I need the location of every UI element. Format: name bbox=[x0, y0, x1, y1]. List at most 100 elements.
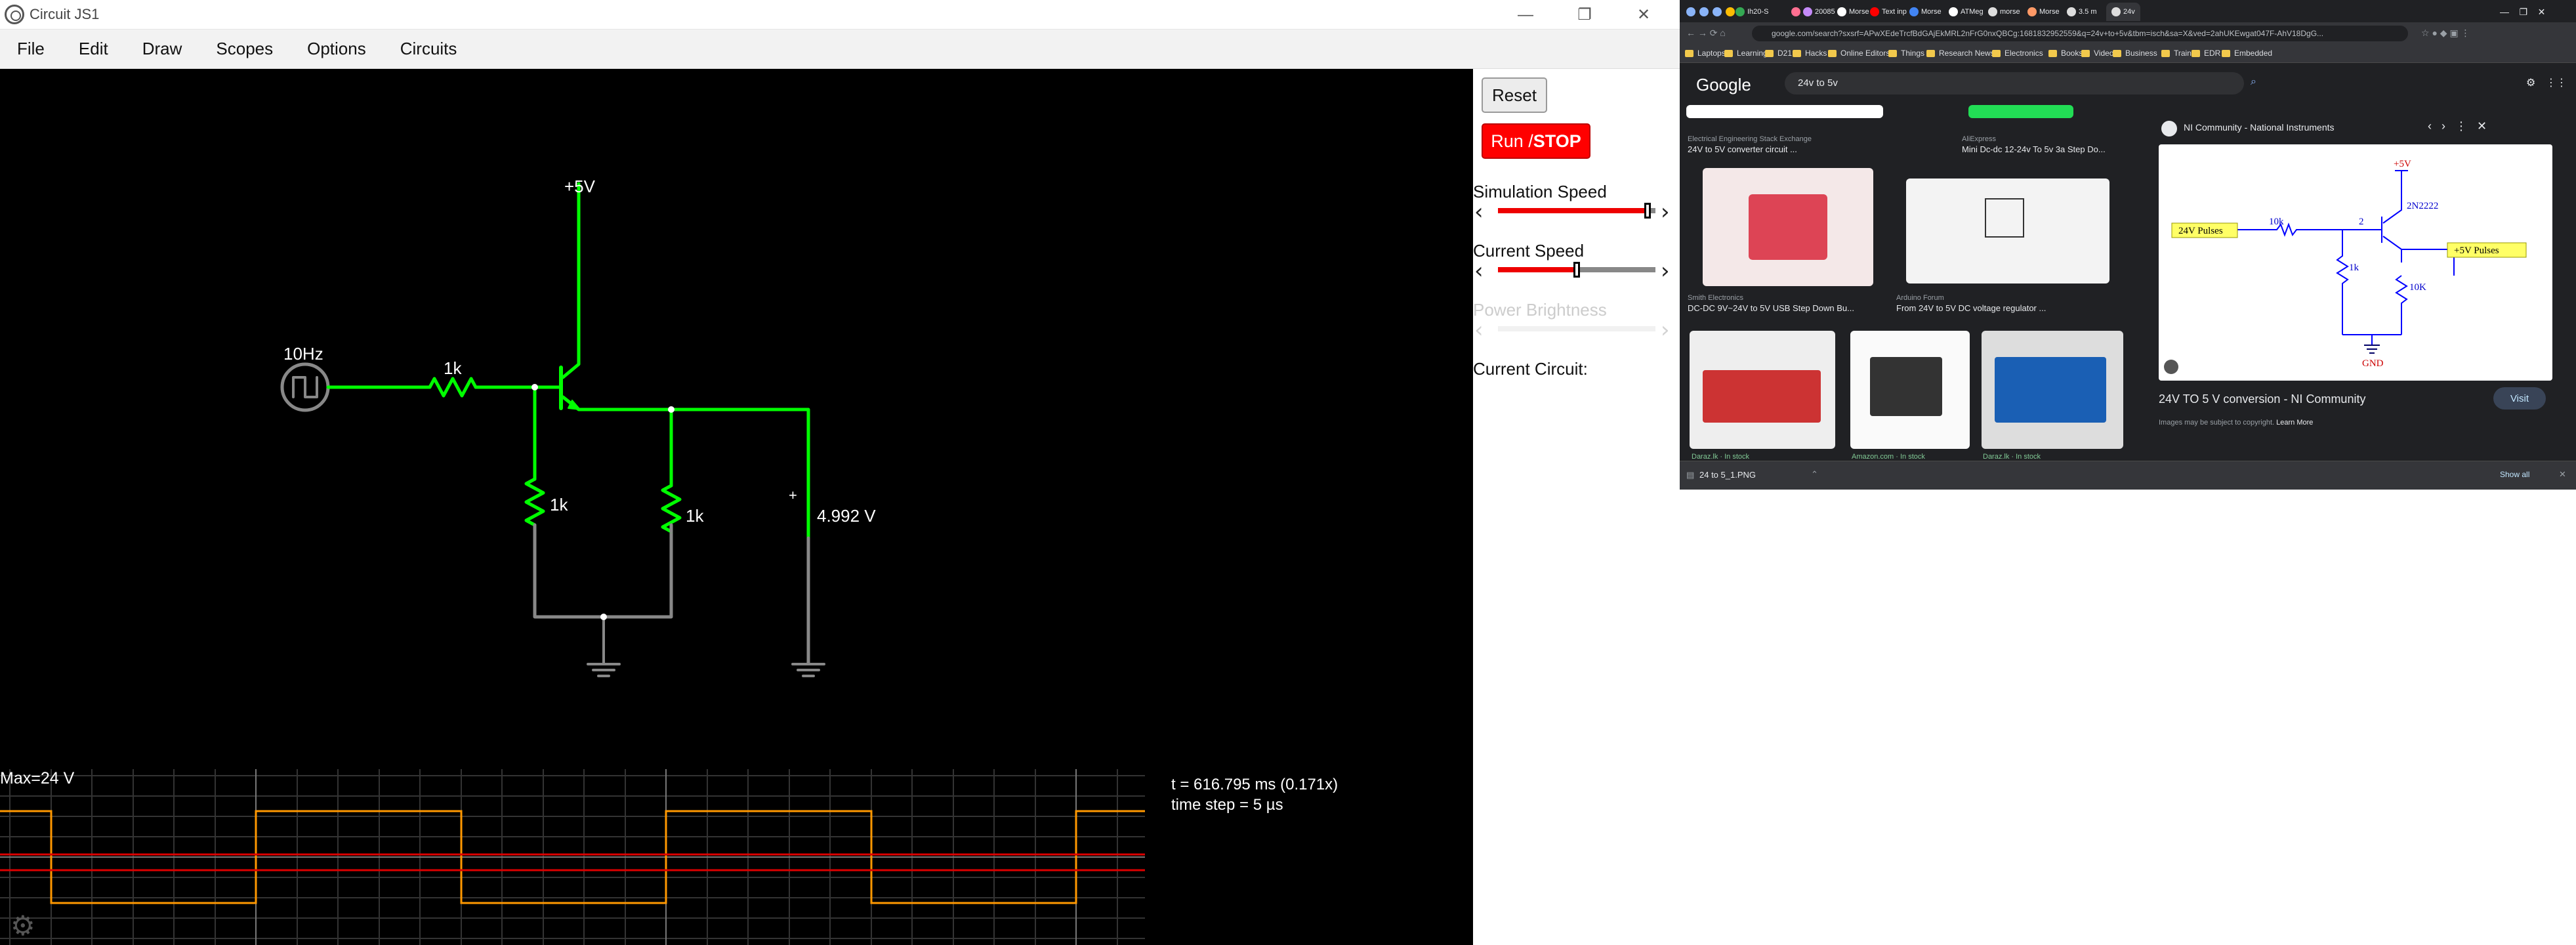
bookmark[interactable]: Research News bbox=[1926, 49, 1995, 58]
visit-button[interactable]: Visit bbox=[2493, 387, 2546, 410]
menu-draw[interactable]: Draw bbox=[125, 39, 199, 59]
resistor-base[interactable] bbox=[428, 377, 478, 398]
svg-text:2N2222: 2N2222 bbox=[2407, 201, 2438, 211]
power-brightness-slider: ‹ › bbox=[1474, 317, 1670, 343]
bookmark[interactable]: Books bbox=[2048, 49, 2083, 58]
tab[interactable]: morse bbox=[1988, 3, 2020, 21]
learn-more-link[interactable]: Learn More bbox=[2276, 419, 2313, 427]
minimize-button[interactable]: — bbox=[1496, 0, 1555, 30]
tab[interactable]: Text inp bbox=[1870, 3, 1907, 21]
search-input[interactable]: 24v to 5v bbox=[1785, 72, 2244, 94]
menu-edit[interactable]: Edit bbox=[62, 39, 125, 59]
result-title[interactable]: From 24V to 5V DC voltage regulator ... bbox=[1896, 303, 2046, 313]
bookmark[interactable]: Video bbox=[2081, 49, 2113, 58]
menu-circuits[interactable]: Circuits bbox=[383, 39, 474, 59]
tab[interactable]: Morse bbox=[2027, 3, 2060, 21]
bookmark[interactable]: Train bbox=[2161, 49, 2192, 58]
apps-icon[interactable]: ⋮⋮ bbox=[2546, 76, 2567, 89]
result-title[interactable]: DC-DC 9V~24V to 5V USB Step Down Bu... bbox=[1688, 303, 1854, 313]
slider-fill bbox=[1498, 267, 1577, 272]
slider-right-arrow-icon[interactable]: › bbox=[1661, 199, 1670, 225]
result-title[interactable]: Mini Dc-dc 12-24v To 5v 3a Step Do... bbox=[1962, 144, 2106, 154]
result-title[interactable]: 24V to 5V converter circuit ... bbox=[1688, 144, 1797, 154]
tab-active[interactable]: 24v bbox=[2106, 3, 2140, 21]
wire-emitter[interactable] bbox=[561, 395, 810, 507]
slider-thumb[interactable] bbox=[1644, 203, 1651, 219]
menu-scopes[interactable]: Scopes bbox=[199, 39, 290, 59]
slider-thumb[interactable] bbox=[1573, 262, 1580, 278]
menu-options[interactable]: Options bbox=[290, 39, 383, 59]
result-thumbnail[interactable] bbox=[1686, 105, 1883, 118]
address-bar[interactable]: google.com/search?sxsrf=APwXEdeTrcfBdGAj… bbox=[1752, 26, 2408, 41]
search-icon[interactable]: ⌕ bbox=[2251, 76, 2256, 88]
simulation-speed-slider[interactable]: ‹ › bbox=[1473, 199, 1676, 225]
desktop: Circuit JS1 — ❐ ✕ File Edit Draw Scopes … bbox=[0, 0, 2576, 945]
tab[interactable]: 3.5 m bbox=[2067, 3, 2097, 21]
gear-icon[interactable]: ⚙ bbox=[10, 910, 35, 942]
bookmark[interactable]: Things bbox=[1888, 49, 1924, 58]
tab[interactable]: Ih20-S bbox=[1735, 3, 1768, 21]
slider-left-arrow-icon[interactable]: ‹ bbox=[1474, 258, 1484, 284]
result-thumbnail[interactable] bbox=[1690, 331, 1835, 449]
app-logo-icon bbox=[5, 5, 24, 24]
circuit-schematic[interactable]: 10Hz 1k 1k 1k +5V 4.992 V + bbox=[0, 69, 1473, 769]
slider-right-arrow-icon[interactable]: › bbox=[1661, 258, 1670, 284]
result-thumbnail[interactable] bbox=[1703, 168, 1873, 286]
download-file[interactable]: 24 to 5_1.PNG bbox=[1699, 470, 1756, 480]
bookmark[interactable]: Hacks bbox=[1793, 49, 1827, 58]
run-stop-button[interactable]: Run / STOP bbox=[1482, 123, 1590, 159]
menu-bar: File Edit Draw Scopes Options Circuits bbox=[0, 30, 1680, 69]
scope-info: t = 616.795 ms (0.171x) time step = 5 µs bbox=[1171, 774, 1338, 815]
tab[interactable]: ATMeg bbox=[1949, 3, 1984, 21]
result-thumbnail[interactable] bbox=[1982, 331, 2123, 449]
close-icon[interactable]: ✕ bbox=[2559, 469, 2566, 480]
close-button[interactable]: ✕ bbox=[1614, 0, 1673, 30]
show-all-link[interactable]: Show all bbox=[2500, 470, 2529, 479]
bookmark[interactable]: Electronics bbox=[1992, 49, 2043, 58]
maximize-button[interactable]: ❐ bbox=[1555, 0, 1614, 30]
slider-left-arrow-icon[interactable]: ‹ bbox=[1474, 199, 1484, 225]
bookmark[interactable]: Laptops bbox=[1685, 49, 1726, 58]
google-logo[interactable]: Google bbox=[1696, 75, 1751, 95]
bookmark[interactable]: D21 bbox=[1765, 49, 1792, 58]
preview-title[interactable]: 24V TO 5 V conversion - NI Community bbox=[2159, 392, 2365, 406]
tab[interactable]: Morse bbox=[1909, 3, 1942, 21]
menu-file[interactable]: File bbox=[0, 39, 62, 59]
bookmark[interactable]: Embedded bbox=[2222, 49, 2272, 58]
extensions-icon[interactable]: ☆ ● ◆ ▣ ⋮ bbox=[2421, 28, 2470, 39]
tab[interactable]: Morse bbox=[1837, 3, 1869, 21]
svg-text:GND: GND bbox=[2362, 358, 2384, 369]
preview-source[interactable]: NI Community - National Instruments bbox=[2184, 122, 2335, 133]
current-speed-slider[interactable]: ‹ › bbox=[1473, 258, 1676, 284]
toolbar: ← → ⟳ ⌂ google.com/search?sxsrf=APwXEdeT… bbox=[1680, 22, 2576, 45]
bookmark[interactable]: EDR bbox=[2192, 49, 2220, 58]
preview-nav-icon[interactable]: ‹ › ⋮ ✕ bbox=[2428, 119, 2487, 133]
lens-icon[interactable] bbox=[2164, 360, 2178, 374]
ni-logo-icon bbox=[2161, 121, 2177, 136]
wire-ground-bus[interactable] bbox=[533, 523, 673, 619]
result-source: Daraz.lk · In stock bbox=[1692, 453, 1750, 461]
result-thumbnail[interactable] bbox=[1968, 105, 2073, 118]
resistor-left[interactable] bbox=[524, 477, 545, 527]
chevron-up-icon[interactable]: ⌃ bbox=[1811, 469, 1818, 480]
label-resistor-base: 1k bbox=[444, 358, 462, 378]
node-emitter bbox=[668, 406, 675, 413]
bookmark[interactable]: Learning bbox=[1724, 49, 1768, 58]
tab[interactable]: 20085 bbox=[1791, 3, 1835, 21]
scope-panel[interactable]: Max=24 V t = 616.795 ms (0.171x) time st… bbox=[0, 769, 1473, 945]
result-thumbnail[interactable] bbox=[1906, 178, 2109, 284]
svg-text:10K: 10K bbox=[2409, 282, 2426, 293]
preview-image[interactable]: 24V Pulses +5V Pulses 2N2222 10k 1k 10K … bbox=[2159, 144, 2552, 381]
result-thumbnail[interactable] bbox=[1850, 331, 1970, 449]
window-controls[interactable]: — ❐ ✕ bbox=[2500, 3, 2545, 21]
square-wave-glyph bbox=[292, 376, 318, 398]
copyright-notice: Images may be subject to copyright. Lear… bbox=[2159, 419, 2314, 427]
label-vcc: +5V bbox=[564, 177, 596, 196]
scope-plot[interactable] bbox=[0, 769, 1145, 945]
bookmark[interactable]: Online Editors bbox=[1828, 49, 1890, 58]
bookmark[interactable]: Business bbox=[2113, 49, 2157, 58]
settings-icon[interactable]: ⚙ bbox=[2526, 76, 2535, 89]
back-forward-reload-icon[interactable]: ← → ⟳ ⌂ bbox=[1686, 28, 1726, 39]
wire-collector-vcc[interactable] bbox=[561, 182, 581, 379]
reset-button[interactable]: Reset bbox=[1482, 77, 1547, 113]
